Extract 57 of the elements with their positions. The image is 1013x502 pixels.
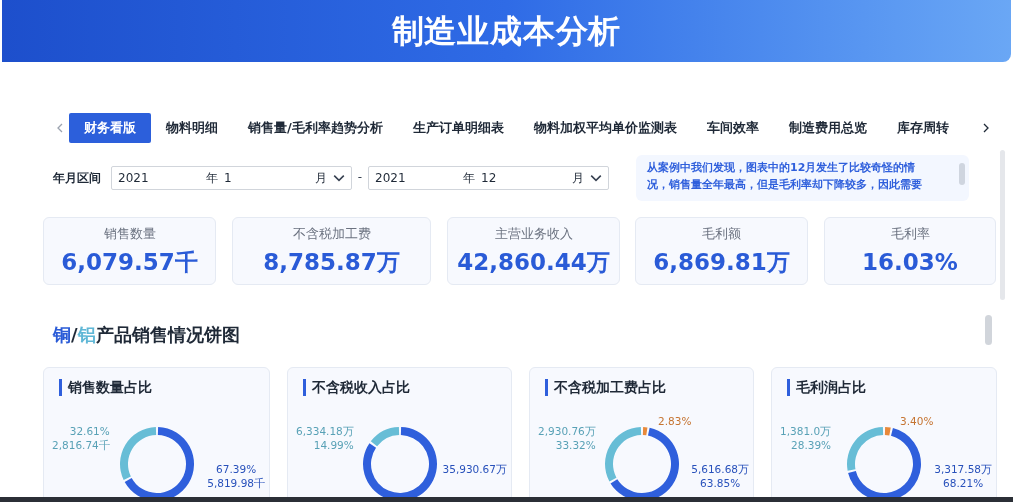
slice-label: 3.40% (900, 414, 934, 428)
slice-label: 63.85% (699, 476, 742, 490)
title-accent (59, 378, 62, 396)
chart-title: 不含税加工费占比 (554, 377, 666, 397)
note-text: 从案例中我们发现，图表中的12月发生了比较奇怪的情 (647, 160, 917, 176)
chart-title: 毛利润占比 (796, 377, 866, 397)
tab[interactable]: 制造费用总览 (773, 113, 882, 143)
slice-label: 35,930.67万 (442, 462, 507, 476)
slice-label: 5,616.68万 (691, 462, 749, 476)
title-accent (787, 378, 790, 396)
kpi-label: 不含税加工费 (292, 225, 371, 244)
kpi-value: 6,869.81万 (653, 247, 790, 277)
slice-label: 1,381.0万 (780, 424, 832, 438)
slice-label: 2,816.74千 (52, 438, 110, 452)
range-separator: - (356, 169, 364, 186)
tab[interactable]: 生产订单明细表 (397, 113, 519, 143)
month-select[interactable]: 2021 年 12 月 (368, 166, 609, 190)
slice-label: 6,334.18万 (296, 424, 354, 438)
slice-label: 2.83% (658, 414, 692, 428)
slice-label: 33.32% (554, 438, 596, 452)
month-select[interactable]: 2021 年 1 月 (111, 166, 352, 190)
kpi-value: 8,785.87万 (263, 247, 400, 277)
slice-label: 28.39% (790, 438, 832, 452)
scrollbar-thumb[interactable] (985, 315, 992, 345)
kpi-label: 毛利额 (702, 225, 741, 244)
tab[interactable]: 库存周转 (881, 113, 964, 143)
chart-title: 销售数量占比 (68, 377, 152, 397)
chart-title: 不含税收入占比 (312, 377, 410, 397)
tab[interactable]: 物料明细 (151, 113, 233, 143)
tab[interactable]: 车间效率 (691, 113, 774, 143)
title-accent (545, 378, 548, 396)
kpi-value: 42,860.44万 (457, 247, 610, 277)
slice-label: 32.61% (68, 424, 110, 438)
tab[interactable]: 物料加权平均单价监测表 (518, 113, 692, 143)
chevron-right-icon[interactable] (981, 122, 991, 134)
title-accent (303, 378, 306, 396)
slice-label: 2,930.76万 (538, 424, 596, 438)
slice-label: 14.99% (312, 438, 354, 452)
kpi-value: 6,079.57千 (61, 247, 198, 277)
page-title: 制造业成本分析 (391, 11, 622, 52)
slice-label: 3,317.58万 (934, 462, 992, 476)
kpi-value: 16.03% (862, 247, 958, 277)
note-text: 况，销售量全年最高，但是毛利率却下降较多，因此需要 (647, 177, 923, 193)
kpi-label: 毛利率 (890, 225, 930, 244)
slice-label: 67.39% (215, 462, 258, 476)
slice-label: 5,819.98千 (207, 476, 265, 490)
section-title: 铜/铝产品销售情况饼图 (53, 323, 240, 347)
chevron-down-icon (333, 172, 345, 184)
scrollbar-thumb[interactable] (959, 163, 965, 185)
chevron-left-icon[interactable] (55, 122, 65, 134)
kpi-label: 主营业务收入 (494, 225, 573, 244)
tab[interactable]: 财务看版 (69, 113, 151, 143)
field-label: 年月区间 (53, 170, 102, 187)
tab[interactable]: 销售量/毛利率趋势分析 (233, 113, 398, 143)
slice-label: 68.21% (942, 476, 985, 490)
chevron-down-icon (590, 172, 602, 184)
kpi-label: 销售数量 (103, 225, 156, 244)
